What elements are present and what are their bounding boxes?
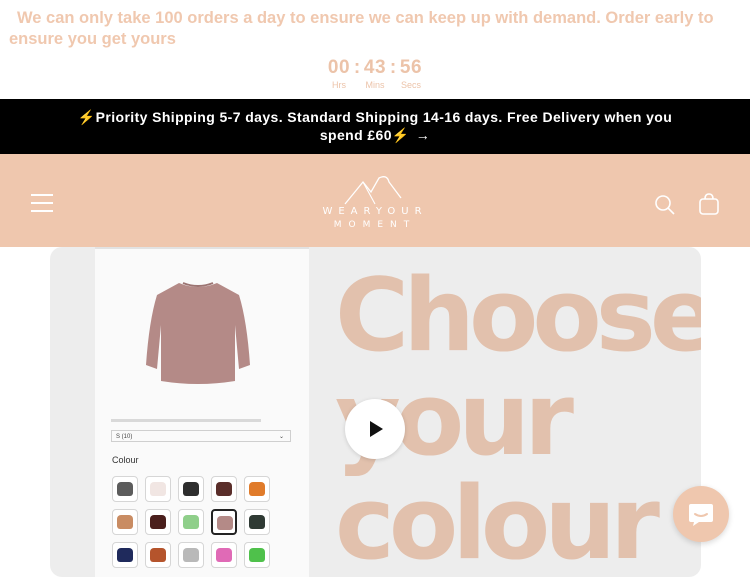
arrow-right-icon: →	[415, 126, 431, 143]
swatch-sweater-icon	[216, 482, 232, 496]
logo-text-bottom: MOMENT	[333, 220, 417, 230]
colour-swatch[interactable]	[112, 509, 138, 535]
logo-text-top: WEARYOUR	[322, 206, 428, 217]
colour-swatch[interactable]	[112, 476, 138, 502]
sweater-image	[146, 282, 250, 384]
swatch-sweater-icon	[249, 482, 265, 496]
menu-button[interactable]	[31, 194, 53, 212]
timer-minutes: 43 Mins	[361, 57, 389, 91]
colour-swatch[interactable]	[178, 476, 204, 502]
timer-separator: :	[353, 57, 361, 78]
swatch-sweater-icon	[117, 515, 133, 529]
swatch-sweater-icon	[249, 548, 265, 562]
cart-button[interactable]	[697, 192, 721, 216]
swatch-sweater-icon	[216, 548, 232, 562]
swatch-sweater-icon	[117, 482, 133, 496]
shipping-announcement[interactable]: ⚡Priority Shipping 5-7 days. Standard Sh…	[55, 109, 695, 144]
chat-icon	[689, 504, 713, 526]
swatch-sweater-icon	[183, 515, 199, 529]
size-select-value: S (10)	[116, 434, 133, 440]
colour-swatch[interactable]	[145, 509, 171, 535]
timer-hours-value: 00	[327, 57, 351, 78]
colour-label: Colour	[112, 455, 139, 465]
mountain-logo-icon	[344, 176, 402, 205]
timer-seconds: 56 Secs	[397, 57, 425, 91]
colour-swatch[interactable]	[178, 509, 204, 535]
timer-seconds-label: Secs	[400, 80, 421, 90]
shipping-text: ⚡Priority Shipping 5-7 days. Standard Sh…	[77, 109, 673, 143]
swatch-sweater-icon	[150, 515, 166, 529]
colour-swatch[interactable]	[112, 542, 138, 568]
colour-swatch[interactable]	[145, 476, 171, 502]
play-button[interactable]	[345, 399, 405, 459]
size-select[interactable]: S (10) ⌄	[111, 430, 291, 442]
hamburger-icon	[31, 210, 53, 212]
countdown-timer: 00 Hrs : 43 Mins : 56 Secs	[0, 57, 750, 91]
timer-separator: :	[389, 57, 397, 78]
colour-swatch[interactable]	[244, 509, 270, 535]
timer-hours-label: Hrs	[332, 80, 346, 90]
chat-button[interactable]	[673, 486, 729, 542]
hamburger-icon	[31, 194, 53, 196]
colour-swatch[interactable]	[244, 476, 270, 502]
logo[interactable]: WEARYOUR MOMENT	[311, 176, 439, 236]
colour-swatch[interactable]	[178, 542, 204, 568]
colour-swatch[interactable]	[211, 509, 237, 535]
play-icon	[370, 421, 383, 437]
colour-swatch[interactable]	[145, 542, 171, 568]
panel-divider	[95, 247, 309, 249]
timer-minutes-label: Mins	[365, 80, 385, 90]
timer-hours: 00 Hrs	[325, 57, 353, 91]
swatch-sweater-icon	[217, 516, 233, 530]
headline-line: Choose	[335, 256, 701, 374]
text-placeholder	[111, 419, 261, 422]
site-header: WEARYOUR MOMENT	[0, 154, 750, 247]
search-icon	[655, 195, 675, 215]
colour-swatch[interactable]	[211, 476, 237, 502]
colour-swatch[interactable]	[211, 542, 237, 568]
timer-minutes-value: 43	[363, 57, 387, 78]
swatch-sweater-icon	[117, 548, 133, 562]
swatch-sweater-icon	[150, 482, 166, 496]
product-screenshot: S (10) ⌄ Colour	[95, 247, 309, 577]
chevron-down-icon: ⌄	[278, 434, 284, 440]
swatch-sweater-icon	[150, 548, 166, 562]
promo-message: We can only take 100 orders a day to ens…	[9, 9, 714, 48]
swatch-sweater-icon	[183, 482, 199, 496]
swatch-sweater-icon	[249, 515, 265, 529]
cart-icon	[699, 193, 719, 215]
headline-line: colour	[335, 464, 660, 577]
colour-swatch[interactable]	[244, 542, 270, 568]
swatch-sweater-icon	[183, 548, 199, 562]
product-video[interactable]: S (10) ⌄ Colour Choose your colour	[50, 247, 701, 577]
hamburger-icon	[31, 202, 53, 204]
shipping-announcement-bar[interactable]: ⚡Priority Shipping 5-7 days. Standard Sh…	[0, 99, 750, 154]
search-button[interactable]	[654, 194, 676, 216]
timer-seconds-value: 56	[399, 57, 423, 78]
